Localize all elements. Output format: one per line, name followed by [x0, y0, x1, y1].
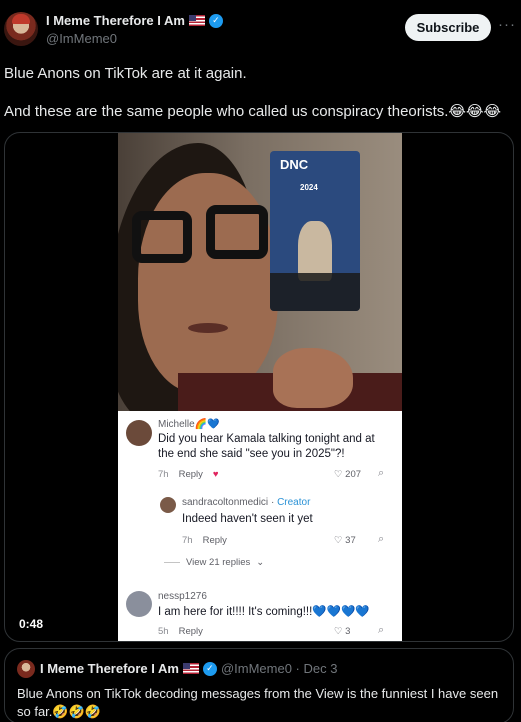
view-replies-button[interactable]: View 21 replies ⌄ [164, 557, 264, 568]
comment-username[interactable]: nessp1276 [158, 591, 207, 602]
verified-badge-icon: ✓ [202, 661, 217, 676]
screen-person [298, 221, 332, 281]
comment-username[interactable]: Michelle🌈💙 [158, 419, 220, 430]
glasses-right-lens [206, 205, 268, 259]
video-person-hand [273, 348, 353, 408]
us-flag-icon [188, 15, 205, 26]
comment-avatar[interactable] [126, 591, 152, 617]
author-handle[interactable]: @ImMeme0 [46, 31, 117, 46]
video-player[interactable]: DNC 2024 Michelle🌈💙 Did you hear Kamala … [4, 132, 514, 642]
post-text-line-2: And these are the same people who called… [4, 103, 501, 120]
comment-username[interactable]: sandracoltonmedici [182, 497, 268, 508]
quoted-post-text: Blue Anons on TikTok decoding messages f… [17, 686, 499, 719]
author-avatar[interactable] [4, 12, 38, 46]
dislike-icon[interactable]: ⌕ [378, 533, 384, 546]
quoted-author-name[interactable]: I Meme Therefore I Am [40, 661, 179, 676]
like-count[interactable]: ♡ 37 [334, 535, 356, 546]
video-duration: 0:48 [19, 617, 44, 631]
like-count-value: 3 [345, 626, 351, 637]
quoted-post[interactable]: I Meme Therefore I Am ✓ @ImMeme0 · Dec 3… [4, 648, 514, 722]
like-count[interactable]: ♡ 207 [334, 469, 361, 480]
post-header: I Meme Therefore I Am ✓ @ImMeme0 Subscri… [0, 0, 521, 56]
screen-dnc-text: DNC [280, 157, 309, 172]
verified-badge-icon: ✓ [208, 13, 223, 28]
replies-divider [164, 562, 180, 563]
us-flag-icon [182, 663, 199, 674]
creator-badge: Creator [277, 497, 311, 508]
dislike-icon[interactable]: ⌕ [378, 624, 384, 637]
comment-meta: 7h Reply ♥ [158, 469, 219, 480]
post-text-line-1: Blue Anons on TikTok are at it again. [4, 65, 247, 82]
subscribe-button[interactable]: Subscribe [405, 14, 491, 41]
comment-age: 5h [158, 626, 169, 637]
more-options-icon[interactable]: ··· [498, 16, 516, 33]
reply-button[interactable]: Reply [179, 469, 203, 480]
comment-age: 7h [182, 535, 193, 546]
comment-text: Indeed haven't seen it yet [182, 513, 313, 525]
post-text: Blue Anons on TikTok are at it again. An… [4, 64, 516, 140]
quoted-author-row[interactable]: I Meme Therefore I Am ✓ @ImMeme0 · Dec 3 [40, 661, 337, 676]
like-count[interactable]: ♡ 3 [334, 626, 350, 637]
reply-button[interactable]: Reply [179, 626, 203, 637]
reply-button[interactable]: Reply [203, 535, 227, 546]
like-count-value: 37 [345, 535, 356, 546]
creator-liked-icon: ♥ [212, 469, 219, 480]
heart-outline-icon[interactable]: ♡ [334, 626, 343, 637]
view-replies-label[interactable]: View 21 replies [186, 557, 250, 568]
green-screen-overlay: DNC 2024 [270, 151, 360, 311]
like-count-value: 207 [345, 469, 362, 480]
comment-text: Did you hear Kamala talking tonight and … [158, 433, 375, 460]
quoted-author-avatar[interactable] [17, 660, 35, 678]
heart-outline-icon[interactable]: ♡ [334, 469, 343, 480]
comment-username-row[interactable]: sandracoltonmedici · Creator [182, 497, 310, 508]
screen-bottom-strip [270, 273, 360, 311]
quoted-handle-date[interactable]: @ImMeme0 · Dec 3 [221, 661, 338, 676]
comment-age: 7h [158, 469, 169, 480]
dislike-icon[interactable]: ⌕ [378, 467, 384, 480]
comment-text: I am here for it!!!! It's coming!!!💙💙💙💙 [158, 606, 370, 618]
comment-meta: 7h Reply [182, 535, 227, 546]
comment-meta: 5h Reply [158, 626, 203, 637]
comments-panel: Michelle🌈💙 Did you hear Kamala talking t… [118, 411, 402, 641]
author-name[interactable]: I Meme Therefore I Am [46, 13, 185, 28]
author-name-row[interactable]: I Meme Therefore I Am ✓ [46, 13, 223, 28]
heart-outline-icon[interactable]: ♡ [334, 535, 343, 546]
video-person-mouth [188, 323, 228, 333]
chevron-down-icon: ⌄ [256, 557, 265, 568]
comment-avatar[interactable] [126, 420, 152, 446]
comment-avatar[interactable] [160, 497, 176, 513]
video-frame[interactable]: DNC 2024 Michelle🌈💙 Did you hear Kamala … [118, 133, 402, 641]
screen-year-text: 2024 [300, 183, 318, 192]
glasses-left-lens [132, 211, 192, 263]
